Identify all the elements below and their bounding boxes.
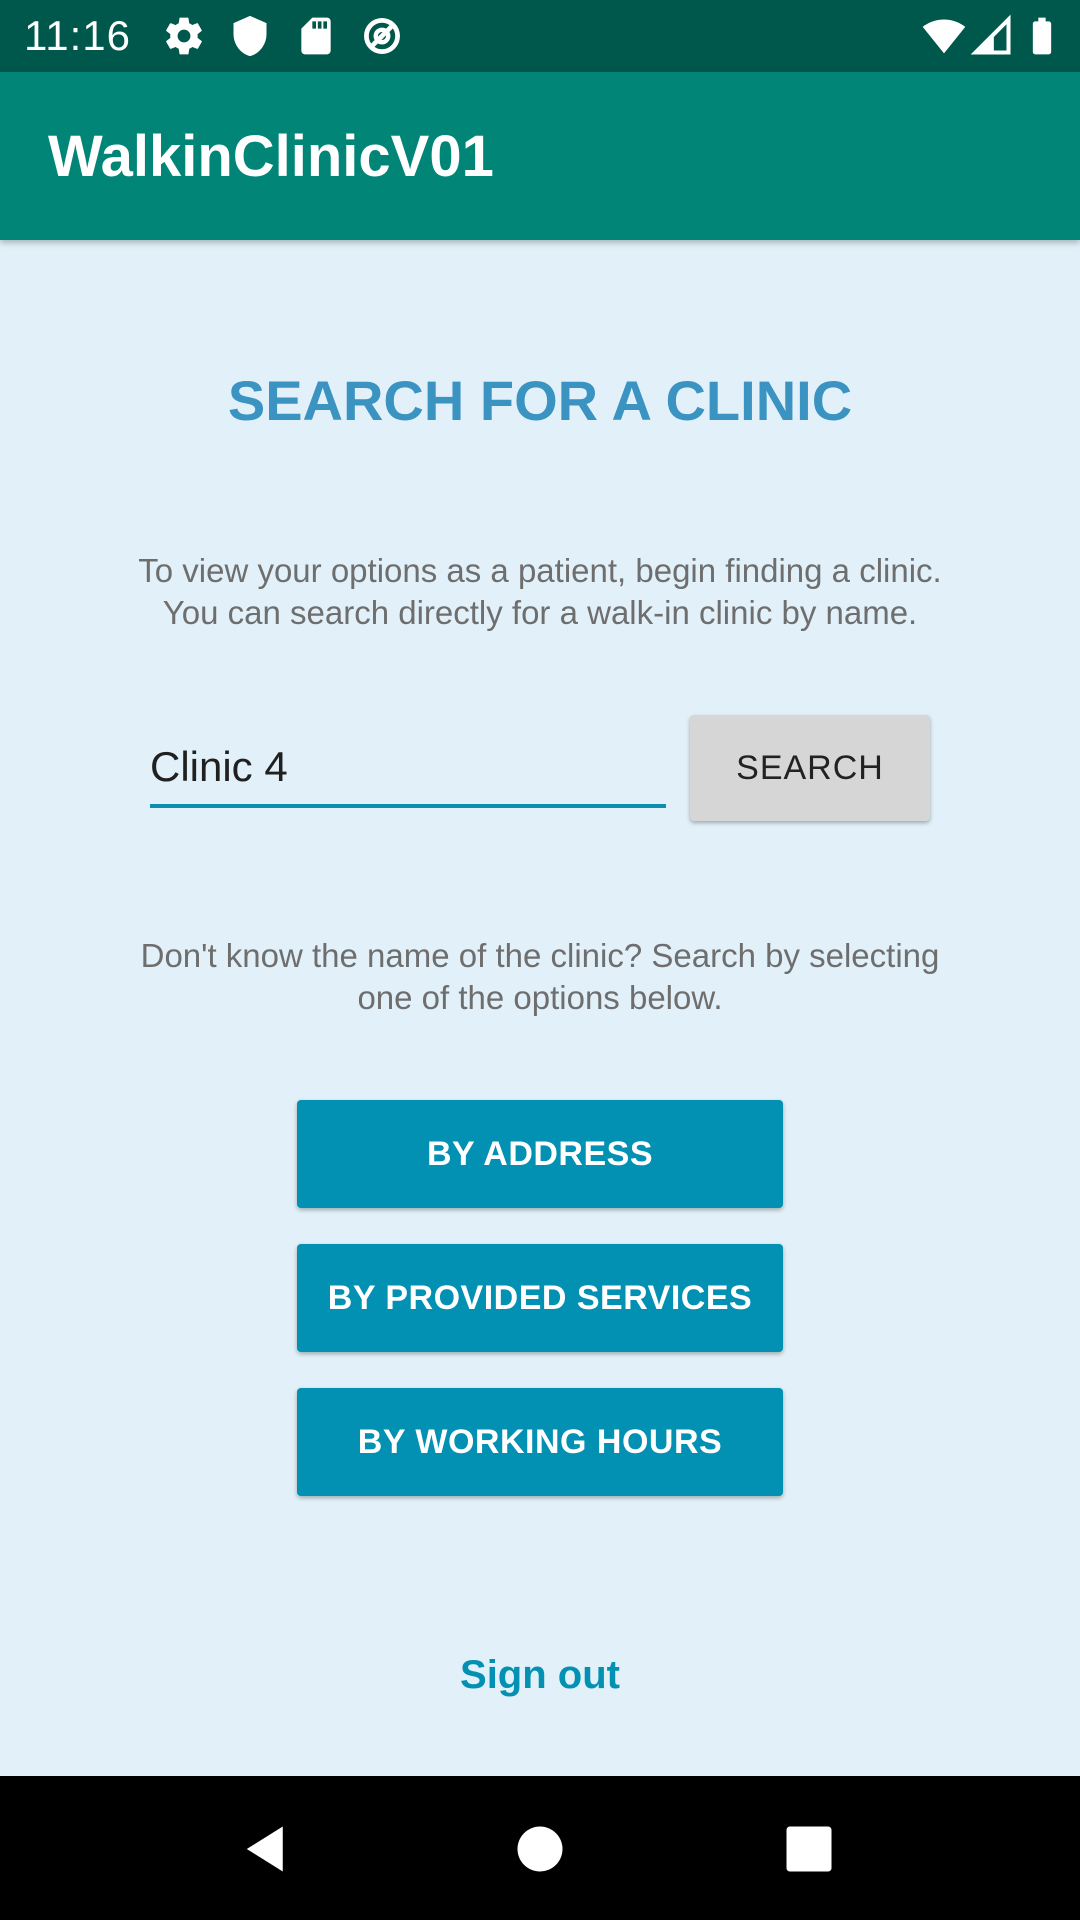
shield-icon xyxy=(228,14,272,58)
intro-line-1: To view your options as a patient, begin… xyxy=(138,552,942,589)
intro-text: To view your options as a patient, begin… xyxy=(60,550,1020,634)
battery-icon xyxy=(1020,14,1064,58)
sign-out-link[interactable]: Sign out xyxy=(0,1648,1080,1702)
app-bar: WalkinClinicV01 xyxy=(0,72,1080,240)
back-icon[interactable] xyxy=(240,1822,294,1876)
home-icon[interactable] xyxy=(513,1822,567,1876)
by-address-button[interactable]: BY ADDRESS xyxy=(297,1100,783,1208)
alternative-search-text: Don't know the name of the clinic? Searc… xyxy=(60,935,1020,1019)
signal-icon xyxy=(970,14,1014,58)
by-working-hours-button[interactable]: BY WORKING HOURS xyxy=(297,1388,783,1496)
intro-line-2: You can search directly for a walk-in cl… xyxy=(162,594,918,631)
data-saver-icon xyxy=(360,14,404,58)
clinic-name-search-input[interactable] xyxy=(150,730,666,808)
page-title: SEARCH FOR A CLINIC xyxy=(227,369,853,432)
navigation-bar xyxy=(0,1776,1080,1920)
search-button[interactable]: SEARCH xyxy=(690,715,930,821)
by-provided-services-button[interactable]: BY PROVIDED SERVICES xyxy=(297,1244,783,1352)
status-time: 11:16 xyxy=(24,12,131,59)
status-bar: 11:16 xyxy=(0,0,1080,72)
alt-line-2: one of the options below. xyxy=(357,979,723,1016)
alt-line-1: Don't know the name of the clinic? Searc… xyxy=(140,937,940,974)
app-title: WalkinClinicV01 xyxy=(48,124,494,189)
recents-icon[interactable] xyxy=(782,1822,836,1876)
wifi-icon xyxy=(922,14,966,58)
sd-card-icon xyxy=(294,14,338,58)
settings-icon xyxy=(162,14,206,58)
